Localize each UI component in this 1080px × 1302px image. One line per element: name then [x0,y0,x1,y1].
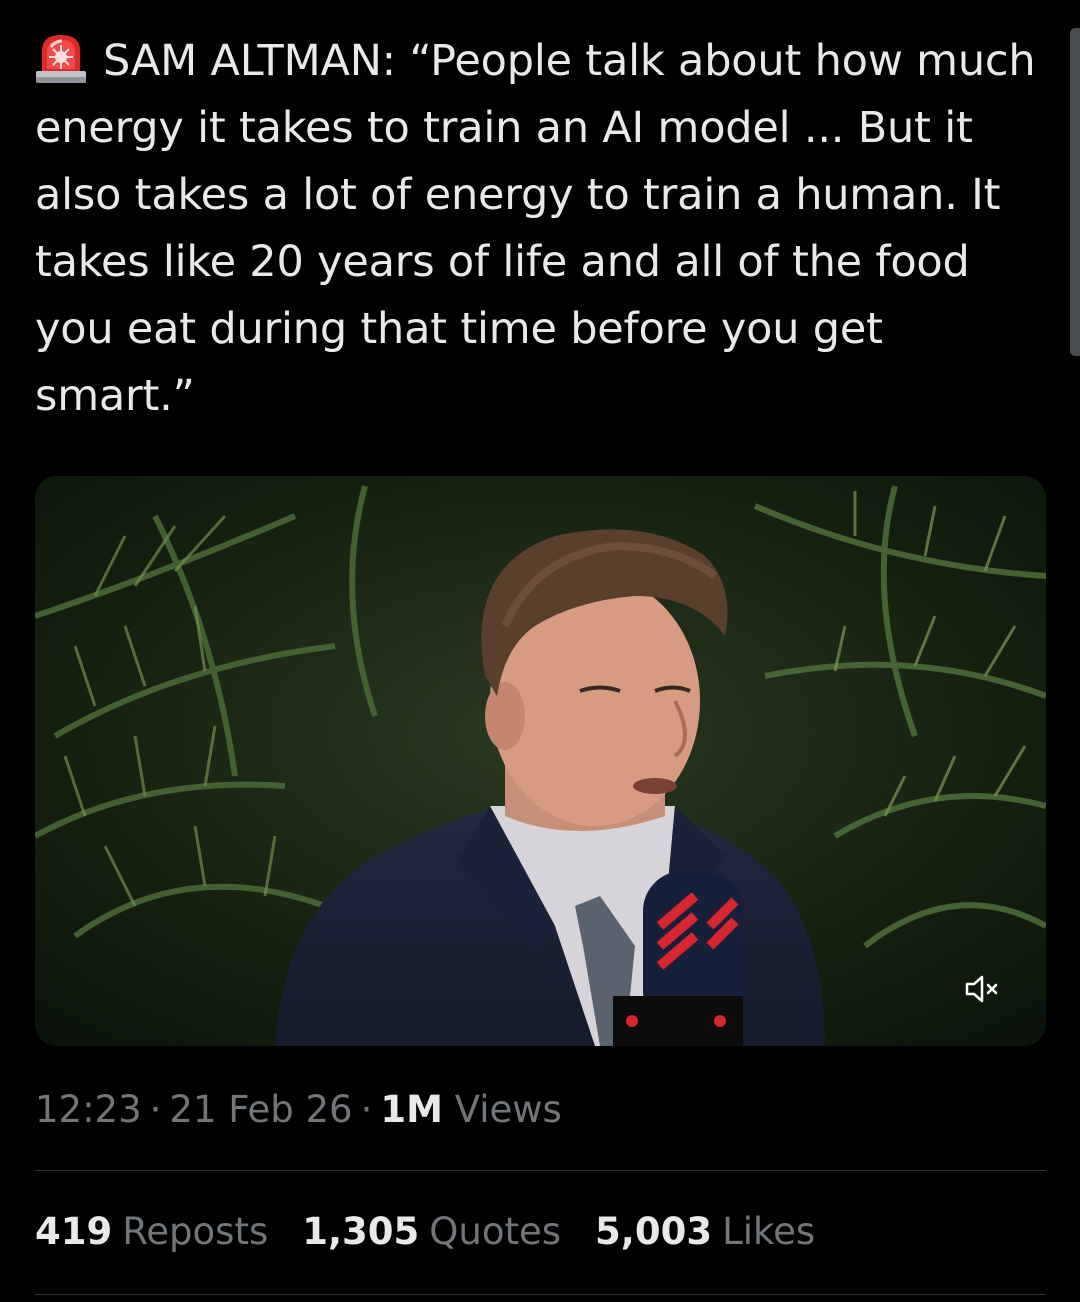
meta-separator: · [360,1088,373,1131]
likes-stat[interactable]: 5,003 Likes [595,1210,815,1253]
reposts-label: Reposts [122,1210,269,1253]
quotes-label: Quotes [429,1210,562,1253]
likes-label: Likes [722,1210,816,1253]
divider [35,1170,1046,1171]
likes-count: 5,003 [595,1210,713,1253]
tweet-meta: 12:23 · 21 Feb 26 · 1M Views [35,1088,562,1131]
meta-separator: · [149,1088,162,1131]
reposts-stat[interactable]: 419 Reposts [35,1210,268,1253]
tweet-time[interactable]: 12:23 [35,1088,142,1131]
tweet-date[interactable]: 21 Feb 26 [169,1088,352,1131]
reposts-count: 419 [35,1210,113,1253]
tweet-body: SAM ALTMAN: “People talk about how much … [35,36,1036,421]
muted-speaker-icon[interactable] [965,974,1001,1004]
engagement-stats: 419 Reposts 1,305 Quotes 5,003 Likes [35,1210,849,1253]
police-siren-icon [36,35,86,83]
quotes-count: 1,305 [302,1210,420,1253]
views-label: Views [454,1088,562,1131]
scrollbar[interactable] [1070,28,1080,356]
video-frame [35,476,1046,1046]
video-player[interactable] [35,476,1046,1046]
quotes-stat[interactable]: 1,305 Quotes [302,1210,561,1253]
views-count: 1M [380,1088,443,1131]
divider [35,1294,1046,1295]
tweet-text: SAM ALTMAN: “People talk about how much … [35,28,1045,430]
